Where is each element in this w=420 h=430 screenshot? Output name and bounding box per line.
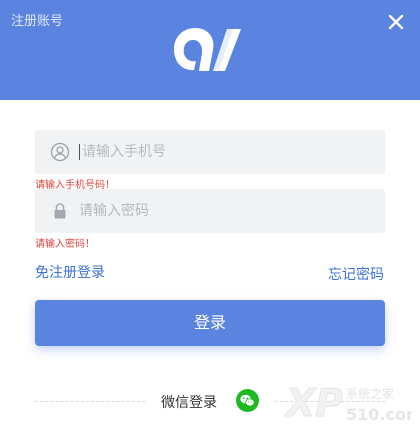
- phone-field[interactable]: [35, 130, 385, 174]
- lock-icon: [54, 203, 66, 219]
- watermark-site: 510.com: [346, 405, 412, 424]
- password-error-text: 请输入密码！: [35, 239, 95, 250]
- close-icon[interactable]: [388, 14, 404, 30]
- user-icon: [50, 142, 70, 162]
- header-bar: 注册账号: [0, 0, 420, 100]
- watermark-brand: XP: [284, 381, 343, 425]
- password-field[interactable]: [35, 189, 385, 233]
- phone-input[interactable]: [79, 144, 375, 160]
- wechat-icon[interactable]: [236, 389, 259, 412]
- wechat-login-label: 微信登录: [161, 395, 217, 411]
- watermark-cn: 系统之家: [346, 386, 394, 401]
- register-account-link[interactable]: 注册账号: [11, 10, 63, 29]
- divider-left: [35, 401, 145, 402]
- free-register-login-link[interactable]: 免注册登录: [35, 262, 105, 282]
- app-logo: [174, 27, 241, 71]
- watermark-logo: XP 系统之家 510.com: [284, 381, 412, 426]
- login-button[interactable]: 登录: [35, 300, 385, 346]
- password-input[interactable]: [79, 189, 375, 233]
- forgot-password-link[interactable]: 忘记密码: [328, 264, 384, 284]
